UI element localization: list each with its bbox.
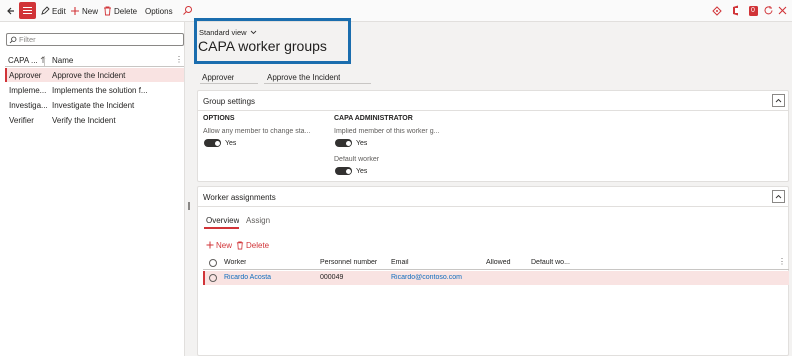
column-personnel-number[interactable]: Personnel number [320, 259, 377, 266]
worker-link[interactable]: Ricardo Acosta [224, 274, 271, 281]
section-title: Worker assignments [203, 193, 276, 202]
capa-admin-heading: CAPA ADMINISTRATOR [334, 115, 413, 122]
email-link[interactable]: Ricardo@contoso.com [391, 274, 462, 281]
edit-button[interactable]: Edit [40, 4, 66, 18]
list-item-id: Impleme... [9, 86, 47, 95]
view-label: Standard view [199, 28, 247, 37]
page-title: CAPA worker groups [198, 38, 327, 54]
implied-member-value: Yes [356, 140, 368, 147]
default-worker-toggle[interactable] [335, 167, 352, 175]
column-name[interactable]: Name [52, 56, 73, 65]
column-email[interactable]: Email [391, 259, 409, 266]
back-arrow-icon [7, 7, 14, 15]
pane-resize-handle[interactable] [188, 202, 190, 210]
column-capa[interactable]: CAPA ... [8, 56, 38, 65]
list-header: CAPA ... Name ⋮ [5, 54, 184, 67]
search-button[interactable] [182, 5, 193, 18]
default-worker-label: Default worker [334, 156, 380, 163]
refresh-icon[interactable] [763, 5, 774, 18]
column-more-icon[interactable]: ⋮ [175, 55, 183, 64]
worker-assignments-header[interactable]: Worker assignments [198, 187, 788, 207]
column-divider [44, 56, 45, 66]
list-item-name: Implements the solution f... [52, 86, 148, 95]
list-item[interactable]: Investiga... Investigate the Incident [5, 98, 184, 112]
filter-placeholder: Filter [19, 35, 36, 44]
sort-up-icon [40, 56, 46, 63]
column-worker[interactable]: Worker [224, 259, 246, 266]
new-label: New [82, 6, 99, 16]
record-id-underline [200, 83, 258, 84]
column-default-worker[interactable]: Default wo... [531, 259, 570, 266]
column-allowed[interactable]: Allowed [486, 259, 511, 266]
tab-overview[interactable]: Overview [206, 216, 239, 225]
chevron-down-icon [250, 30, 256, 35]
table-row[interactable]: Ricardo Acosta 000049 Ricardo@contoso.co… [203, 271, 789, 285]
delete-label: Delete [246, 240, 270, 250]
list-item-id: Investiga... [9, 101, 47, 110]
options-heading: OPTIONS [203, 115, 235, 122]
select-all-checkbox[interactable] [209, 259, 217, 267]
default-worker-value: Yes [356, 168, 368, 175]
list-item-id: Verifier [9, 116, 34, 125]
personnel-number: 000049 [320, 274, 344, 281]
record-name: Approve the Incident [267, 73, 341, 82]
edit-label: Edit [52, 6, 66, 16]
row-selection-marker [203, 271, 205, 285]
delete-worker-button[interactable]: Delete [236, 238, 269, 252]
allow-change-toggle[interactable] [204, 139, 221, 147]
menu-button[interactable] [19, 2, 36, 19]
list-item-name: Verify the Incident [52, 116, 116, 125]
row-checkbox[interactable] [209, 274, 217, 282]
group-settings-header[interactable]: Group settings [198, 91, 788, 111]
new-label: New [216, 240, 233, 250]
tab-overview-underline [204, 227, 239, 229]
add-worker-button[interactable]: New [206, 238, 232, 252]
close-icon[interactable] [778, 6, 787, 17]
search-icon [183, 6, 192, 15]
list-item-name: Investigate the Incident [52, 101, 135, 110]
filter-input[interactable]: Filter [6, 33, 184, 46]
plus-icon [71, 7, 79, 15]
trash-icon [236, 241, 244, 249]
list-item-name: Approve the Incident [52, 71, 126, 80]
delete-label: Delete [114, 6, 138, 16]
collapse-button[interactable] [772, 94, 785, 107]
new-button[interactable]: New [70, 4, 98, 18]
grid-header: Worker Personnel number Email Allowed De… [203, 257, 789, 270]
record-id: Approver [202, 73, 235, 82]
allow-change-label: Allow any member to change sta... [203, 128, 311, 135]
trash-icon [104, 6, 111, 16]
list-item[interactable]: Impleme... Implements the solution f... [5, 83, 184, 97]
list-item-id: Approver [9, 71, 42, 80]
hamburger-icon [23, 10, 32, 11]
chevron-up-icon [775, 194, 782, 199]
implied-member-label: Implied member of this worker g... [334, 128, 440, 135]
plus-icon [206, 241, 214, 249]
notifications-icon[interactable]: 0 [748, 4, 760, 17]
pencil-icon [41, 6, 50, 15]
notification-count: 0 [751, 7, 755, 14]
implied-member-toggle[interactable] [335, 139, 352, 147]
list-item[interactable]: Approver Approve the Incident [5, 68, 184, 82]
worker-assignments-section: Worker assignments Overview Assign New D… [197, 186, 789, 356]
options-button[interactable]: Options [145, 4, 173, 18]
tab-assign[interactable]: Assign [246, 216, 270, 225]
group-settings-section: Group settings OPTIONS Allow any member … [197, 90, 789, 182]
section-title: Group settings [203, 97, 256, 106]
column-more-icon[interactable]: ⋮ [778, 257, 786, 266]
search-icon [9, 36, 17, 44]
list-item[interactable]: Verifier Verify the Incident [5, 113, 184, 127]
office-icon[interactable] [731, 5, 741, 18]
delete-button[interactable]: Delete [103, 4, 137, 18]
collapse-button[interactable] [772, 190, 785, 203]
options-label: Options [145, 6, 173, 16]
allow-change-value: Yes [225, 140, 237, 147]
view-selector[interactable]: Standard view [199, 28, 257, 37]
record-name-underline [264, 83, 371, 84]
diamond-icon[interactable] [712, 6, 722, 18]
chevron-up-icon [775, 98, 782, 103]
back-button[interactable] [6, 5, 16, 17]
